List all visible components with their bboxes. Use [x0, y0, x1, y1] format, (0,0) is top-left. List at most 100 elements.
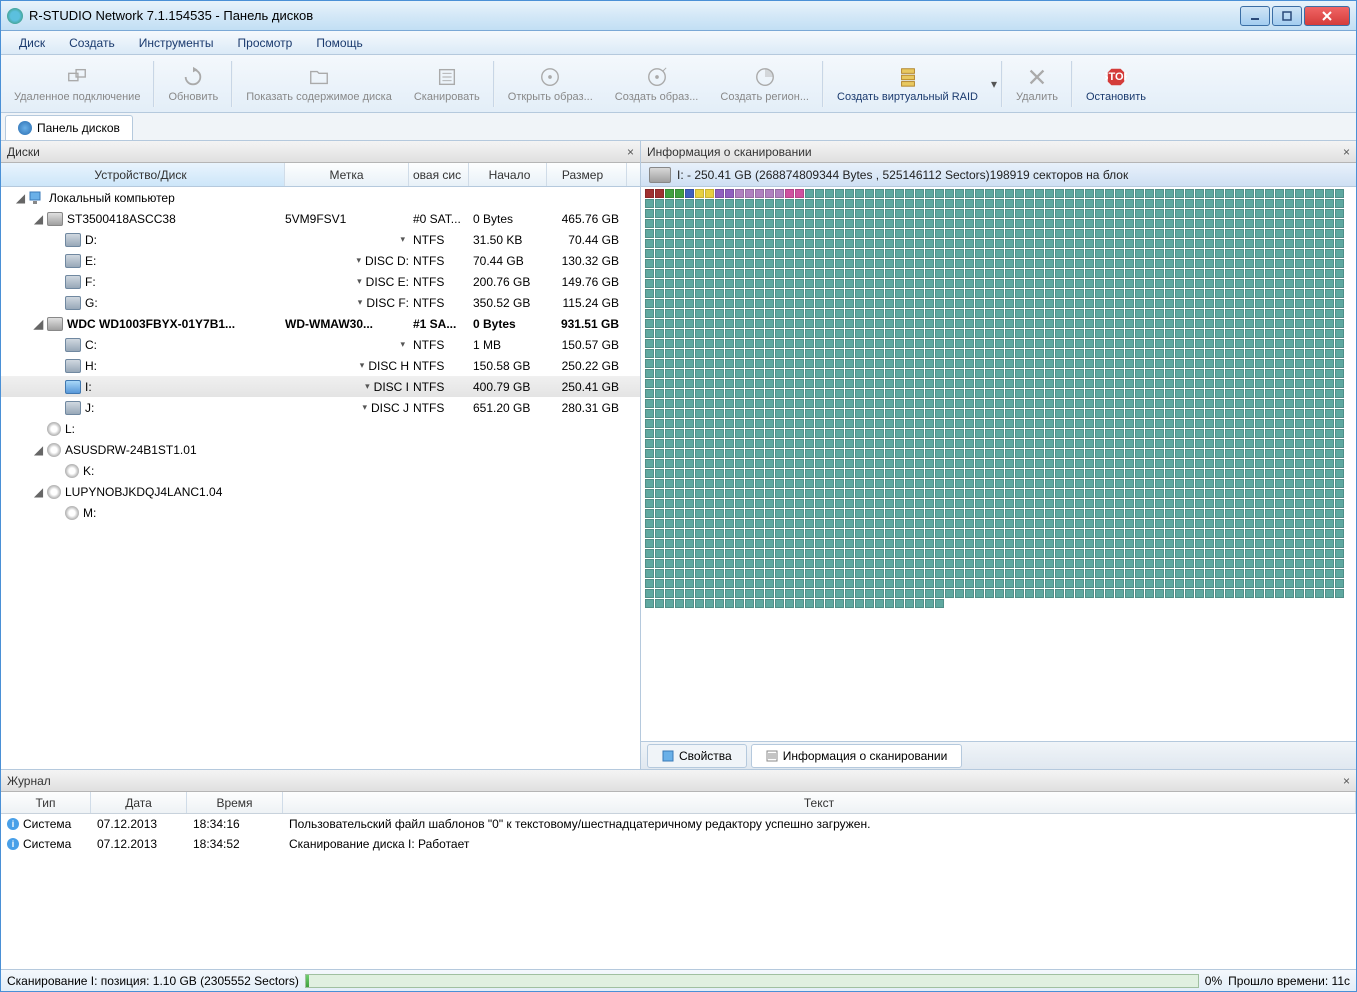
log-row[interactable]: iСистема07.12.201318:34:52Сканирование д… — [1, 834, 1356, 854]
scan-block — [1165, 479, 1174, 488]
scan-block — [915, 309, 924, 318]
scan-block — [805, 499, 814, 508]
label-dropdown-icon[interactable]: ▾ — [400, 234, 405, 245]
scan-block — [925, 549, 934, 558]
log-row[interactable]: iСистема07.12.201318:34:16Пользовательск… — [1, 814, 1356, 834]
create-image-button[interactable]: Создать образ... — [604, 55, 710, 112]
virtual-raid-button[interactable]: Создать виртуальный RAID — [826, 55, 989, 112]
scan-block — [1075, 519, 1084, 528]
log-col-text[interactable]: Текст — [283, 792, 1356, 813]
scan-block — [1195, 259, 1204, 268]
menu-view[interactable]: Просмотр — [228, 33, 303, 53]
col-size[interactable]: Размер — [547, 163, 627, 186]
fs-type: NTFS — [409, 296, 469, 310]
show-content-button[interactable]: Показать содержимое диска — [235, 55, 403, 112]
expand-icon[interactable]: ◢ — [33, 486, 44, 497]
scan-block — [785, 499, 794, 508]
expand-icon[interactable]: ◢ — [15, 192, 26, 203]
scan-block — [935, 339, 944, 348]
remote-connect-button[interactable]: Удаленное подключение — [3, 55, 151, 112]
scan-block — [985, 229, 994, 238]
col-device[interactable]: Устройство/Диск — [1, 163, 285, 186]
menu-help[interactable]: Помощь — [306, 33, 372, 53]
scan-block — [665, 369, 674, 378]
menu-create[interactable]: Создать — [59, 33, 125, 53]
create-region-button[interactable]: Создать регион... — [709, 55, 820, 112]
disks-panel-close-icon[interactable]: × — [627, 145, 634, 159]
disk-row[interactable]: H:▾DISC HNTFS150.58 GB250.22 GB — [1, 355, 640, 376]
close-button[interactable] — [1304, 6, 1350, 26]
scan-button[interactable]: Сканировать — [403, 55, 491, 112]
scan-block — [695, 359, 704, 368]
disk-row[interactable]: L: — [1, 418, 640, 439]
scan-block — [745, 399, 754, 408]
scan-block — [945, 409, 954, 418]
scan-block — [1185, 309, 1194, 318]
log-col-date[interactable]: Дата — [91, 792, 187, 813]
label-dropdown-icon[interactable]: ▾ — [356, 255, 361, 266]
label-dropdown-icon[interactable]: ▾ — [362, 402, 367, 413]
disk-row[interactable]: F:▾DISC E:NTFS200.76 GB149.76 GB — [1, 271, 640, 292]
delete-button[interactable]: Удалить — [1005, 55, 1069, 112]
disk-row[interactable]: K: — [1, 460, 640, 481]
tab-disk-panel[interactable]: Панель дисков — [5, 115, 133, 140]
scan-block — [1185, 539, 1194, 548]
expand-icon[interactable]: ◢ — [33, 318, 44, 329]
scan-block — [875, 479, 884, 488]
scan-block — [1025, 569, 1034, 578]
disk-row[interactable]: J:▾DISC JNTFS651.20 GB280.31 GB — [1, 397, 640, 418]
scan-block — [1335, 479, 1344, 488]
open-image-button[interactable]: Открыть образ... — [497, 55, 604, 112]
disk-row[interactable]: ◢ASUSDRW-24B1ST1.01 — [1, 439, 640, 460]
scan-block — [1155, 339, 1164, 348]
scan-block — [1035, 219, 1044, 228]
menu-disk[interactable]: Диск — [9, 33, 55, 53]
minimize-button[interactable] — [1240, 6, 1270, 26]
disk-row[interactable]: I:▾DISC INTFS400.79 GB250.41 GB — [1, 376, 640, 397]
disk-row[interactable]: ◢LUPYNOBJKDQJ4LANC1.04 — [1, 481, 640, 502]
scan-block — [665, 409, 674, 418]
label-dropdown-icon[interactable]: ▾ — [400, 339, 405, 350]
scan-block — [975, 539, 984, 548]
scan-block — [1305, 489, 1314, 498]
disk-row[interactable]: D:▾NTFS31.50 KB70.44 GB — [1, 229, 640, 250]
label-dropdown-icon[interactable]: ▾ — [358, 297, 363, 308]
disk-row[interactable]: ◢ST3500418ASCC385VM9FSV1#0 SAT...0 Bytes… — [1, 208, 640, 229]
log-panel-close-icon[interactable]: × — [1343, 774, 1350, 788]
log-col-type[interactable]: Тип — [1, 792, 91, 813]
menu-tools[interactable]: Инструменты — [129, 33, 224, 53]
scan-block — [705, 289, 714, 298]
col-label[interactable]: Метка — [285, 163, 409, 186]
label-dropdown-icon[interactable]: ▾ — [357, 276, 362, 287]
refresh-button[interactable]: Обновить — [157, 55, 229, 112]
disk-row[interactable]: M: — [1, 502, 640, 523]
scan-panel-close-icon[interactable]: × — [1343, 145, 1350, 159]
disk-row[interactable]: ◢WDC WD1003FBYX-01Y7B1...WD-WMAW30...#1 … — [1, 313, 640, 334]
scan-block — [765, 249, 774, 258]
col-bus[interactable]: овая сис — [409, 163, 469, 186]
scan-block — [1085, 439, 1094, 448]
scan-block — [825, 319, 834, 328]
stop-button[interactable]: STOPОстановить — [1075, 55, 1157, 112]
scan-block — [925, 259, 934, 268]
scan-block — [1075, 309, 1084, 318]
maximize-button[interactable] — [1272, 6, 1302, 26]
scan-block — [985, 589, 994, 598]
label-dropdown-icon[interactable]: ▾ — [360, 360, 365, 371]
label-dropdown-icon[interactable]: ▾ — [365, 381, 370, 392]
disk-row[interactable]: ◢Локальный компьютер — [1, 187, 640, 208]
scan-block — [1315, 219, 1324, 228]
log-col-time[interactable]: Время — [187, 792, 283, 813]
scan-block — [705, 569, 714, 578]
disk-row[interactable]: C:▾NTFS1 MB150.57 GB — [1, 334, 640, 355]
expand-icon[interactable]: ◢ — [33, 213, 44, 224]
col-start[interactable]: Начало — [469, 163, 547, 186]
scan-block-map[interactable] — [641, 187, 1356, 741]
disk-row[interactable]: E:▾DISC D:NTFS70.44 GB130.32 GB — [1, 250, 640, 271]
expand-icon[interactable]: ◢ — [33, 444, 44, 455]
disk-row[interactable]: G:▾DISC F:NTFS350.52 GB115.24 GB — [1, 292, 640, 313]
virtual-raid-dropdown[interactable]: ▾ — [989, 77, 999, 91]
scan-block — [1255, 579, 1264, 588]
tab-scan-info[interactable]: Информация о сканировании — [751, 744, 963, 768]
tab-properties[interactable]: Свойства — [647, 744, 747, 768]
